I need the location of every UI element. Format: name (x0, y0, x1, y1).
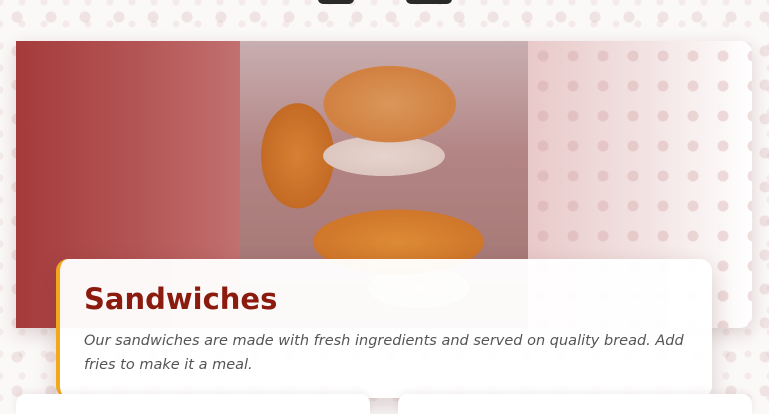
category-caption-card: Sandwiches Our sandwiches are made with … (56, 259, 712, 398)
category-title: Sandwiches (84, 282, 278, 316)
page: { "category": { "title": "Sandwiches", "… (0, 0, 769, 414)
next-category-card-left[interactable] (16, 394, 370, 414)
category-description: Our sandwiches are made with fresh ingre… (84, 333, 684, 373)
nav-button-right[interactable] (406, 0, 452, 4)
nav-button-left[interactable] (318, 0, 354, 4)
next-category-card-right[interactable] (398, 394, 752, 414)
